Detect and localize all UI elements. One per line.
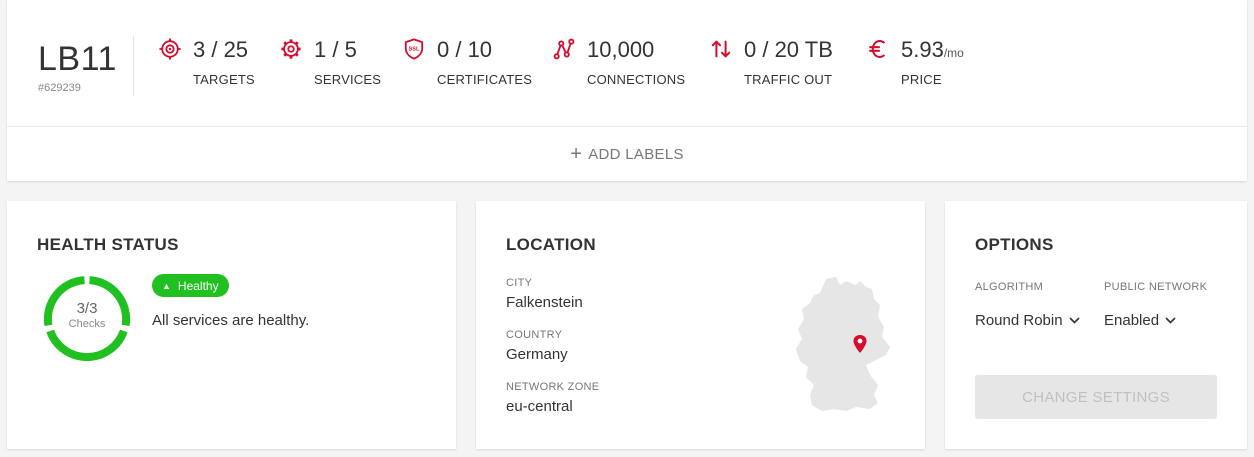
stat-label: SERVICES: [314, 72, 382, 87]
checks-value: 3/3: [76, 300, 98, 317]
health-message: All services are healthy.: [152, 312, 310, 329]
stat-value: 10,000: [587, 37, 655, 62]
add-labels-label: ADD LABELS: [588, 145, 684, 163]
divider: [133, 36, 134, 96]
city-label: CITY: [506, 277, 533, 289]
donut-segment: [46, 329, 128, 362]
location-title: LOCATION: [506, 235, 596, 254]
options-title: OPTIONS: [975, 235, 1054, 254]
connections-icon: [553, 38, 575, 60]
checks-label: Checks: [68, 318, 106, 330]
gear-icon: [281, 39, 301, 59]
country-value: Germany: [506, 346, 568, 363]
stat-label: TARGETS: [193, 72, 255, 87]
stat-value: 5.93/mo: [901, 37, 964, 63]
stat-label: CONNECTIONS: [587, 72, 686, 87]
health-status-title: HEALTH STATUS: [37, 235, 179, 254]
load-balancer-id: #629239: [38, 82, 81, 94]
load-balancer-summary-card: LB11 #629239 3 / 25 TARGETS 1 / 5 SERVIC…: [7, 0, 1247, 181]
stat-label: PRICE: [901, 72, 942, 87]
price-unit: /mo: [943, 46, 964, 60]
stat-value: 0 / 20 TB: [744, 37, 833, 62]
stat-value: 1 / 5: [314, 37, 357, 62]
price-amount: 5.93: [901, 37, 944, 62]
svg-text:SSL: SSL: [409, 46, 420, 52]
change-settings-button[interactable]: CHANGE SETTINGS: [975, 375, 1217, 419]
plus-icon: +: [570, 143, 583, 165]
load-balancer-name: LB11: [38, 40, 117, 78]
options-card: OPTIONS ALGORITHM Round Robin PUBLIC NET…: [945, 201, 1247, 449]
ssl-shield-icon: SSL: [404, 38, 424, 60]
euro-icon: [869, 40, 886, 58]
health-status-card: HEALTH STATUS 3/3 Checks ▲ Healthy All s…: [7, 201, 456, 449]
target-icon: [159, 38, 181, 60]
public-network-label: PUBLIC NETWORK: [1104, 281, 1208, 293]
germany-map-icon: [796, 277, 890, 411]
healthy-status-badge: ▲ Healthy: [152, 274, 229, 297]
traffic-arrows-icon: [711, 40, 731, 58]
network-zone-label: NETWORK ZONE: [506, 381, 600, 393]
chevron-down-icon: [1068, 317, 1080, 324]
algorithm-label: ALGORITHM: [975, 281, 1044, 293]
country-label: COUNTRY: [506, 329, 563, 341]
city-value: Falkenstein: [506, 294, 583, 311]
stat-label: CERTIFICATES: [437, 72, 533, 87]
stat-label: TRAFFIC OUT: [744, 72, 833, 87]
chevron-down-icon: [1165, 317, 1176, 324]
public-network-value: Enabled: [1104, 312, 1160, 329]
algorithm-value: Round Robin: [975, 312, 1063, 329]
stat-value: 3 / 25: [193, 37, 249, 62]
network-zone-value: eu-central: [506, 398, 573, 415]
stat-value: 0 / 10: [437, 37, 493, 62]
triangle-up-icon: ▲: [162, 280, 171, 291]
public-network-select[interactable]: Enabled: [1104, 312, 1176, 329]
location-card: LOCATION CITY Falkenstein COUNTRY German…: [476, 201, 925, 449]
add-labels-button[interactable]: + ADD LABELS: [7, 127, 1247, 181]
algorithm-select[interactable]: Round Robin: [975, 312, 1080, 329]
badge-label: Healthy: [177, 278, 219, 293]
